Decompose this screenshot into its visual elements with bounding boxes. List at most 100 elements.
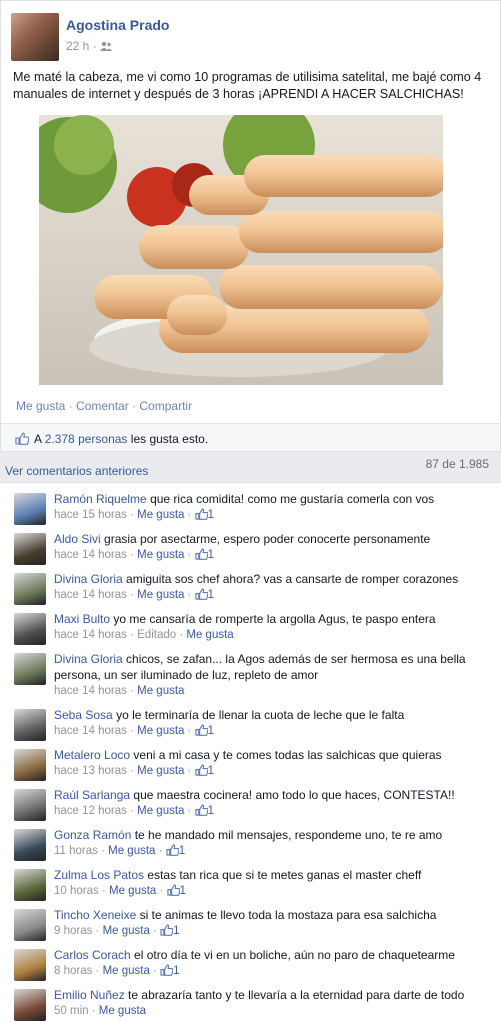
comment-body: Seba Sosa yo le terminaría de llenar la … <box>54 707 498 741</box>
comment-time[interactable]: hace 13 horas <box>54 765 127 777</box>
comment-text: que rica comidita! como me gustaría come… <box>150 492 435 506</box>
commenter-name[interactable]: Zulma Los Patos <box>54 868 144 882</box>
post-time[interactable]: 22 h <box>66 39 89 53</box>
thumbs-up-icon[interactable] <box>195 724 209 741</box>
comment-time[interactable]: hace 14 horas <box>54 725 127 737</box>
commenter-avatar[interactable] <box>14 869 46 901</box>
comment-like-button[interactable]: Me gusta <box>137 549 184 561</box>
comment-time[interactable]: hace 14 horas <box>54 589 127 601</box>
comment-body: Divina Gloria amiguita sos chef ahora? v… <box>54 571 498 605</box>
like-button[interactable]: Me gusta <box>16 399 65 413</box>
thumbs-up-icon[interactable] <box>195 508 209 525</box>
thumbs-up-icon[interactable] <box>166 844 180 861</box>
commenter-avatar[interactable] <box>14 829 46 861</box>
thumbs-up-icon[interactable] <box>166 884 180 901</box>
thumbs-up-icon[interactable] <box>195 764 209 781</box>
commenter-avatar[interactable] <box>14 533 46 565</box>
comment-time[interactable]: 10 horas <box>54 885 99 897</box>
commenter-name[interactable]: Metalero Loco <box>54 748 130 762</box>
comment-like-count[interactable]: 1 <box>208 805 214 817</box>
comment-like-button[interactable]: Me gusta <box>137 589 184 601</box>
comment-like-button[interactable]: Me gusta <box>137 805 184 817</box>
commenter-name[interactable]: Tincho Xeneixe <box>54 908 136 922</box>
commenter-avatar[interactable] <box>14 493 46 525</box>
comment-text: el otro día te vi en un boliche, aún no … <box>134 948 455 962</box>
comment-body: Tincho Xeneixe si te animas te llevo tod… <box>54 907 498 941</box>
comment-like-button[interactable]: Me gusta <box>99 1005 146 1017</box>
comment-like-count[interactable]: 1 <box>173 925 179 937</box>
comment-like-count[interactable]: 1 <box>208 765 214 777</box>
comment-time[interactable]: 11 horas <box>54 845 98 857</box>
commenter-name[interactable]: Emilio Nuñez <box>54 988 125 1002</box>
thumbs-up-icon[interactable] <box>195 588 209 605</box>
commenter-name[interactable]: Maxi Bulto <box>54 612 110 626</box>
comment-like-count[interactable]: 1 <box>208 725 214 737</box>
comment-like-button[interactable]: Me gusta <box>108 845 155 857</box>
comment-like-button[interactable]: Me gusta <box>103 925 150 937</box>
comment-text: que maestra cocinera! amo todo lo que ha… <box>133 788 455 802</box>
comment-text: te abrazaría tanto y te llevaría a la et… <box>128 988 465 1002</box>
comment-time[interactable]: hace 14 horas <box>54 549 127 561</box>
comment-like-count[interactable]: 1 <box>180 885 186 897</box>
commenter-avatar[interactable] <box>14 613 46 645</box>
comment-button[interactable]: Comentar <box>76 399 129 413</box>
comment-like-count[interactable]: 1 <box>179 845 185 857</box>
share-button[interactable]: Compartir <box>139 399 192 413</box>
edited-label[interactable]: Editado <box>137 629 176 641</box>
commenter-name[interactable]: Raúl Sarlanga <box>54 788 130 802</box>
comment-time[interactable]: hace 14 horas <box>54 629 127 641</box>
author-avatar[interactable] <box>11 13 59 61</box>
commenter-avatar[interactable] <box>14 749 46 781</box>
comment-meta: 9 horas · Me gusta · 1 <box>54 923 498 941</box>
commenter-name[interactable]: Seba Sosa <box>54 708 113 722</box>
sausages-photo[interactable] <box>39 115 443 385</box>
comment-like-button[interactable]: Me gusta <box>109 885 156 897</box>
commenter-name[interactable]: Aldo Sivi <box>54 532 101 546</box>
likes-count-link[interactable]: 2.378 personas <box>45 432 128 446</box>
commenter-name[interactable]: Divina Gloria <box>54 572 123 586</box>
comment-time[interactable]: 50 min <box>54 1005 89 1017</box>
thumbs-up-icon[interactable] <box>160 964 174 981</box>
thumbs-up-icon[interactable] <box>195 804 209 821</box>
comment-like-button[interactable]: Me gusta <box>103 965 150 977</box>
commenter-avatar[interactable] <box>14 709 46 741</box>
comment-time[interactable]: hace 14 horas <box>54 685 127 697</box>
comment-like-count[interactable]: 1 <box>208 509 214 521</box>
commenter-name[interactable]: Ramón Riquelme <box>54 492 147 506</box>
commenter-name[interactable]: Divina Gloria <box>54 652 123 666</box>
comment-text: amiguita sos chef ahora? vas a cansarte … <box>126 572 459 586</box>
view-previous-comments[interactable]: Ver comentarios anteriores <box>5 464 148 478</box>
friends-icon[interactable] <box>100 41 113 51</box>
comment-body: Carlos Corach el otro día te vi en un bo… <box>54 947 498 981</box>
commenter-avatar[interactable] <box>14 949 46 981</box>
post-card: Agostina Prado 22 h · Me maté la cabeza,… <box>0 0 501 452</box>
commenter-name[interactable]: Carlos Corach <box>54 948 131 962</box>
commenter-avatar[interactable] <box>14 573 46 605</box>
comment-body: Maxi Bulto yo me cansaría de romperte la… <box>54 611 498 643</box>
comment-like-button[interactable]: Me gusta <box>137 725 184 737</box>
comment-like-count[interactable]: 1 <box>208 549 214 561</box>
comment-body: Emilio Nuñez te abrazaría tanto y te lle… <box>54 987 498 1019</box>
comment-like-button[interactable]: Me gusta <box>137 765 184 777</box>
comment-meta: hace 14 horas · Editado · Me gusta <box>54 629 234 641</box>
author-name[interactable]: Agostina Prado <box>66 17 169 33</box>
comment-like-count[interactable]: 1 <box>208 589 214 601</box>
comment-like-button[interactable]: Me gusta <box>137 509 184 521</box>
comment-like-button[interactable]: Me gusta <box>137 685 184 697</box>
commenter-name[interactable]: Gonza Ramón <box>54 828 131 842</box>
comment-text: si te animas te llevo toda la mostaza pa… <box>139 908 437 922</box>
comment-time[interactable]: 9 horas <box>54 925 92 937</box>
commenter-avatar[interactable] <box>14 989 46 1021</box>
thumbs-up-icon[interactable] <box>160 924 174 941</box>
commenter-avatar[interactable] <box>14 789 46 821</box>
comment-body: Metalero Loco veni a mi casa y te comes … <box>54 747 498 781</box>
comment-like-button[interactable]: Me gusta <box>186 629 233 641</box>
comment-text: te he mandado mil mensajes, respondeme u… <box>134 828 443 842</box>
comment-time[interactable]: hace 15 horas <box>54 509 127 521</box>
thumbs-up-icon[interactable] <box>195 548 209 565</box>
comment-time[interactable]: hace 12 horas <box>54 805 127 817</box>
commenter-avatar[interactable] <box>14 909 46 941</box>
comment-time[interactable]: 8 horas <box>54 965 92 977</box>
commenter-avatar[interactable] <box>14 653 46 685</box>
comment-like-count[interactable]: 1 <box>173 965 179 977</box>
